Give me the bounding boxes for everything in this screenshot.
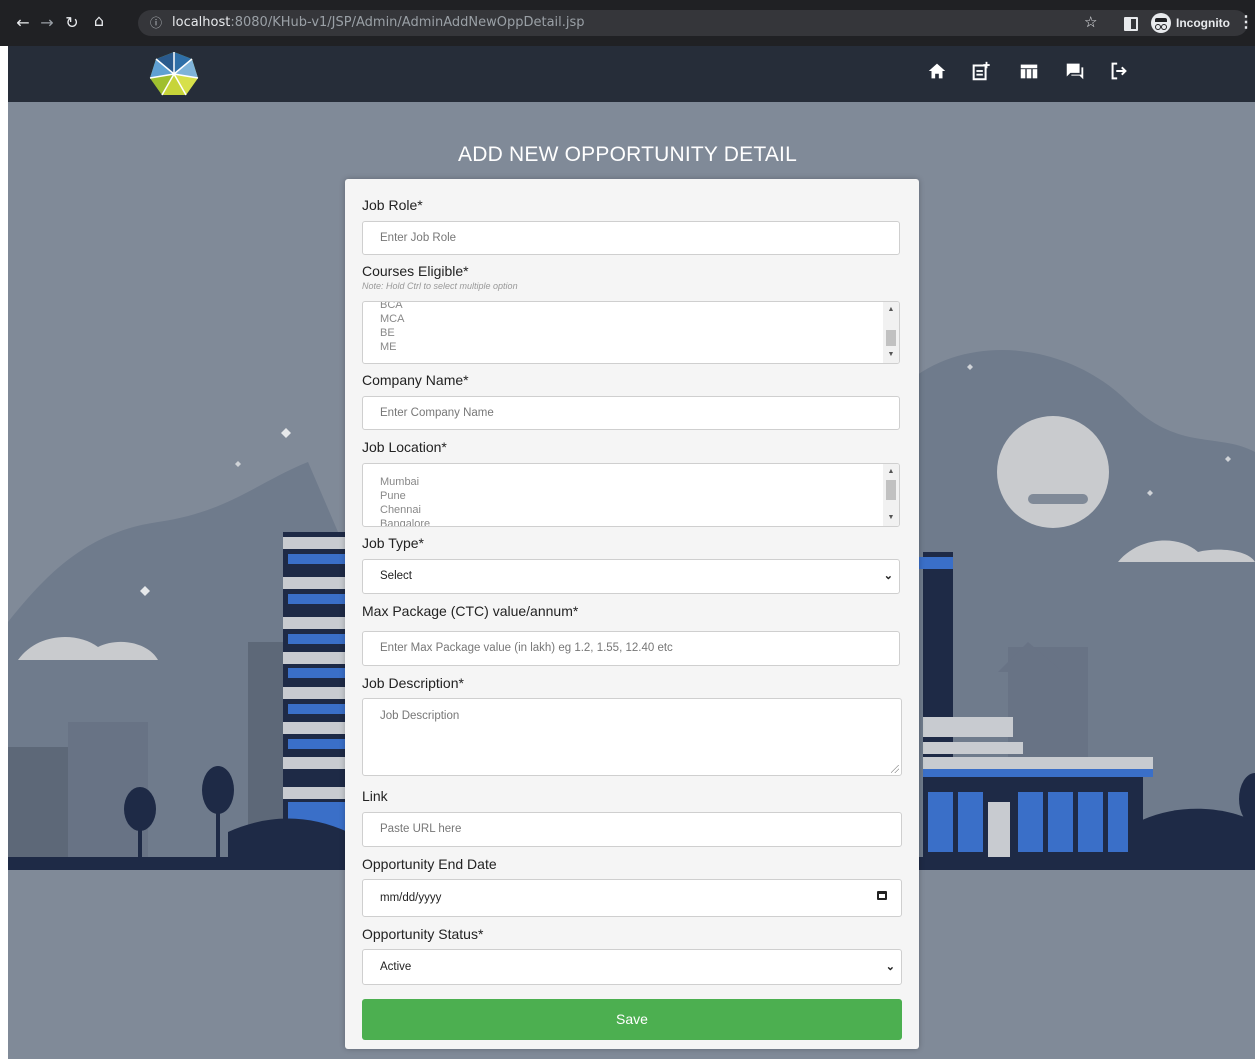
reload-icon[interactable]: ↻ [59, 10, 85, 36]
table-icon[interactable] [1018, 60, 1040, 84]
page-title: ADD NEW OPPORTUNITY DETAIL [458, 143, 797, 166]
calendar-icon[interactable] [877, 891, 887, 900]
location-label: Job Location* [362, 439, 447, 455]
scroll-up-icon[interactable]: ▲ [883, 304, 899, 316]
side-panel-icon[interactable] [1124, 17, 1138, 31]
add-post-icon[interactable] [970, 60, 992, 84]
browser-toolbar: ← → ↻ ⌂ ⓘ localhost:8080/KHub-v1/JSP/Adm… [0, 0, 1255, 46]
forward-arrow-icon[interactable]: → [34, 10, 60, 36]
location-option[interactable]: Bangalore [380, 517, 430, 526]
status-label: Opportunity Status* [362, 926, 484, 942]
incognito-label: Incognito [1176, 16, 1230, 30]
job-role-label: Job Role* [362, 197, 423, 213]
app-logo[interactable] [148, 50, 200, 98]
job-type-label: Job Type* [362, 535, 425, 551]
end-date-value: mm/dd/yyyy [380, 892, 442, 904]
status-select[interactable]: Active ⌄ [362, 949, 902, 985]
company-label: Company Name* [362, 372, 469, 388]
job-type-value: Select [380, 570, 412, 582]
location-option[interactable]: Chennai [380, 503, 421, 517]
resize-grip-icon[interactable] [891, 765, 899, 773]
description-placeholder: Job Description [380, 710, 460, 722]
site-info-icon[interactable]: ⓘ [150, 10, 162, 36]
home-icon[interactable] [926, 60, 948, 84]
course-option[interactable]: BE [380, 326, 395, 340]
package-label: Max Package (CTC) value/annum* [362, 603, 579, 619]
end-date-input[interactable]: mm/dd/yyyy [362, 879, 902, 917]
scroll-down-icon[interactable]: ▼ [883, 512, 899, 524]
scroll-up-icon[interactable]: ▲ [883, 466, 899, 478]
logout-icon[interactable] [1108, 60, 1130, 84]
courses-multiselect[interactable]: BCA MCA BE ME ▲ ▼ [362, 301, 900, 364]
chat-icon[interactable] [1064, 60, 1086, 84]
job-type-select[interactable]: Select ⌄ [362, 559, 900, 594]
location-option[interactable]: Mumbai [380, 475, 419, 489]
location-option[interactable]: Pune [380, 489, 406, 503]
end-date-label: Opportunity End Date [362, 856, 497, 872]
scroll-down-icon[interactable]: ▼ [883, 349, 899, 361]
package-input[interactable]: Enter Max Package value (in lakh) eg 1.2… [362, 631, 900, 666]
link-label: Link [362, 788, 388, 804]
address-bar[interactable]: ⓘ localhost:8080/KHub-v1/JSP/Admin/Admin… [138, 10, 1254, 36]
home-icon[interactable]: ⌂ [86, 8, 112, 34]
back-arrow-icon[interactable]: ← [10, 10, 36, 36]
link-input[interactable]: Paste URL here [362, 812, 902, 847]
incognito-icon [1151, 13, 1171, 33]
bookmark-star-icon[interactable]: ☆ [1084, 10, 1097, 36]
course-option[interactable]: MCA [380, 312, 404, 326]
courses-label: Courses Eligible* [362, 263, 469, 279]
location-multiselect[interactable]: Mumbai Pune Chennai Bangalore ▲ ▼ [362, 463, 900, 527]
courses-note: Note: Hold Ctrl to select multiple optio… [362, 281, 518, 291]
status-value: Active [380, 961, 412, 973]
course-option[interactable]: BCA [380, 302, 403, 312]
description-textarea[interactable]: Job Description [362, 698, 902, 776]
chevron-down-icon: ⌄ [883, 570, 893, 582]
location-scrollbar[interactable]: ▲ ▼ [883, 464, 899, 526]
job-role-input[interactable]: Enter Job Role [362, 221, 900, 255]
url-text: localhost:8080/KHub-v1/JSP/Admin/AdminAd… [172, 15, 585, 30]
save-button[interactable]: Save [362, 999, 902, 1040]
course-option[interactable]: ME [380, 340, 397, 354]
app-navbar [8, 46, 1255, 102]
description-label: Job Description* [362, 675, 464, 691]
opportunity-form: Job Role* Enter Job Role Courses Eligibl… [345, 179, 919, 1049]
company-input[interactable]: Enter Company Name [362, 396, 900, 430]
courses-scrollbar[interactable]: ▲ ▼ [883, 302, 899, 363]
more-menu-icon[interactable]: ⋮ [1238, 10, 1254, 36]
chevron-down-icon: ⌄ [885, 961, 895, 973]
